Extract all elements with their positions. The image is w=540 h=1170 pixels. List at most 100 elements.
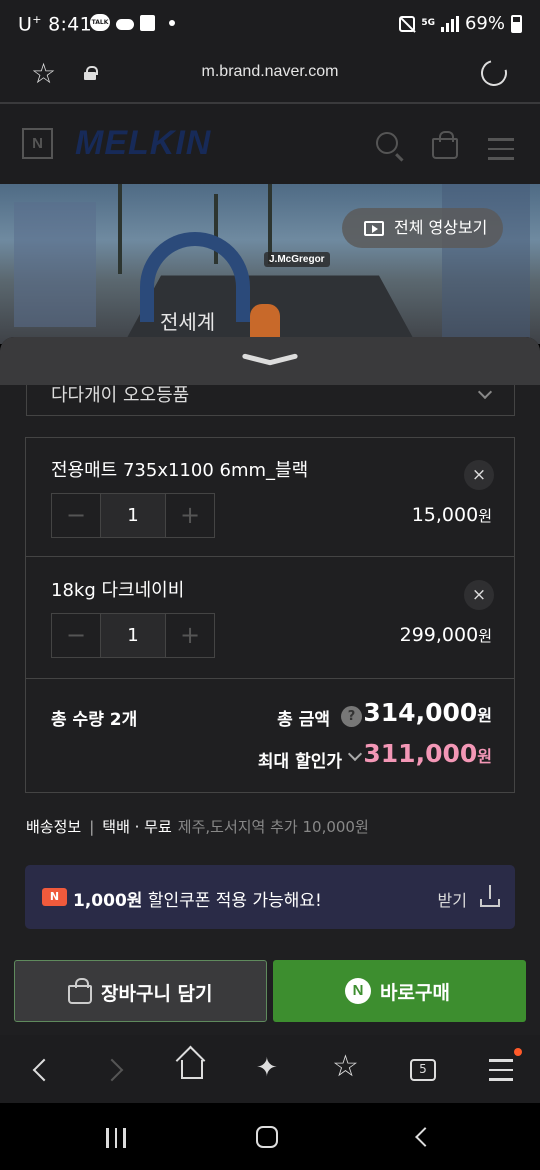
more-notifications-icon [169,19,175,26]
download-icon[interactable] [480,885,500,907]
cart-item: 18kg 다크네이비 × − 1 + 299,000원 [26,558,514,677]
remove-item-button[interactable]: × [464,580,494,610]
selected-items-box: 전용매트 735x1100 6mm_블랙 × − 1 + 15,000원 18k… [25,437,515,793]
buy-now-label: 바로구매 [380,982,450,1004]
product-video[interactable]: J.McGregor 전세계 전체 영상보기 [0,184,540,344]
chevron-down-icon [242,349,298,367]
item-name: 전용매트 735x1100 6mm_블랙 [51,460,309,481]
naverpay-icon: N [345,978,371,1004]
brand-logo[interactable]: MELKIN [75,124,211,163]
chevron-down-icon [477,384,493,400]
max-discount-label[interactable]: 최대 할인가 [258,747,342,772]
coupon-icon: N [42,888,67,906]
decrease-button[interactable]: − [52,614,100,657]
total-quantity: 총 수량 2개 [51,710,138,730]
clock: 8:41 [48,13,92,36]
shipping-method: 택배 · 무료 [102,818,172,836]
back-icon[interactable] [32,1058,56,1082]
browser-url-bar: ☆ m.brand.naver.com [0,48,540,104]
carrier-plus: + [32,13,42,26]
forward-icon[interactable] [100,1058,124,1082]
quantity-input[interactable]: 1 [100,614,166,657]
cart-item: 전용매트 735x1100 6mm_블랙 × − 1 + 15,000원 [26,438,514,557]
total-amount-value: 314,000 [363,698,478,727]
video-caption: 전세계 [160,310,216,334]
cart-icon[interactable] [432,131,458,159]
increase-button[interactable]: + [166,494,214,537]
buy-now-button[interactable]: N 바로구매 [273,960,526,1022]
order-totals: 총 수량 2개 총 금액 ? 314,000원 최대 할인가 311,000원 [26,678,514,792]
notification-icons: TALK [90,14,175,31]
home-icon[interactable] [181,1060,203,1079]
home-button-icon[interactable] [256,1126,278,1148]
coupon-banner[interactable]: N 1,000원 할인쿠폰 적용 가능해요! 받기 [25,865,515,929]
quantity-input[interactable]: 1 [100,494,166,537]
status-time: U+ 8:41 [18,13,92,35]
system-nav-bar [0,1103,540,1170]
max-discount-price: 311,000원 [363,739,492,768]
remove-item-button[interactable]: × [464,460,494,490]
quantity-stepper: − 1 + [51,613,215,658]
shipping-label: 배송정보 [26,818,82,836]
carrier-label: U [18,13,33,36]
cloud-icon [116,18,134,30]
video-icon [364,221,384,236]
reload-icon[interactable] [476,55,512,91]
sheet-collapse-handle[interactable] [0,337,540,385]
menu-icon[interactable] [488,138,514,167]
browser-toolbar: ✦ ☆ 5 [0,1035,540,1103]
item-price: 299,000원 [400,624,492,646]
shopping-bag-icon [140,14,155,31]
add-to-cart-button[interactable]: 장바구니 담기 [14,960,267,1022]
notification-badge [514,1048,522,1056]
coupon-get-button[interactable]: 받기 [438,887,467,911]
signal-icon [440,15,459,32]
chevron-down-icon[interactable] [347,746,363,762]
add-to-cart-label: 장바구니 담기 [101,983,213,1005]
item-price-value: 15,000 [411,504,479,526]
shopping-bag-icon [68,978,92,1004]
currency-label: 원 [478,627,492,645]
currency-label: 원 [478,507,492,525]
menu-icon[interactable] [489,1059,513,1088]
coupon-amount: 1,000원 [73,891,143,911]
shipping-info: 배송정보 | 택배 · 무료 제주,도서지역 추가 10,000원 [26,816,369,837]
increase-button[interactable]: + [166,614,214,657]
total-amount: 314,000원 [363,698,492,727]
all-videos-button[interactable]: 전체 영상보기 [342,208,504,248]
item-name: 18kg 다크네이비 [51,580,185,601]
currency-label: 원 [477,706,492,725]
url-text[interactable]: m.brand.naver.com [0,63,540,81]
total-amount-label: 총 금액 [277,710,330,730]
coupon-text: 1,000원 할인쿠폰 적용 가능해요! [73,886,322,911]
recent-apps-icon[interactable] [106,1128,126,1148]
palm-tree [118,184,122,274]
max-discount-value: 311,000 [363,739,478,768]
5g-icon: 5G [421,18,435,28]
tabs-icon[interactable]: 5 [410,1059,436,1081]
decrease-button[interactable]: − [52,494,100,537]
item-price-value: 299,000 [399,624,479,646]
quantity-stepper: − 1 + [51,493,215,538]
video-overlay-left [14,202,96,327]
search-icon[interactable] [376,132,398,154]
system-icons: 5G 69% [399,13,522,34]
shipping-separator: | [89,818,95,836]
battery-icon [511,14,522,33]
purchase-sheet: 다다개이 오오등품 전용매트 735x1100 6mm_블랙 × − 1 + 1… [0,337,540,1035]
item-price: 15,000원 [412,504,492,526]
mute-icon [399,15,416,32]
help-icon[interactable]: ? [341,706,362,727]
sparkle-icon[interactable]: ✦ [256,1053,278,1083]
bookmarks-icon[interactable]: ☆ [332,1049,359,1084]
naver-brand-icon[interactable]: N [22,128,53,159]
shipping-extra: 제주,도서지역 추가 10,000원 [177,818,369,836]
battery-percent: 69% [464,13,505,34]
back-button-icon[interactable] [415,1127,435,1147]
site-header: N MELKIN [0,104,540,184]
currency-label: 원 [477,747,492,766]
status-bar: U+ 8:41 TALK 5G 69% [0,0,540,48]
kakaotalk-icon: TALK [90,14,110,31]
rider-nametag: J.McGregor [264,252,330,267]
all-videos-label: 전체 영상보기 [394,218,488,237]
